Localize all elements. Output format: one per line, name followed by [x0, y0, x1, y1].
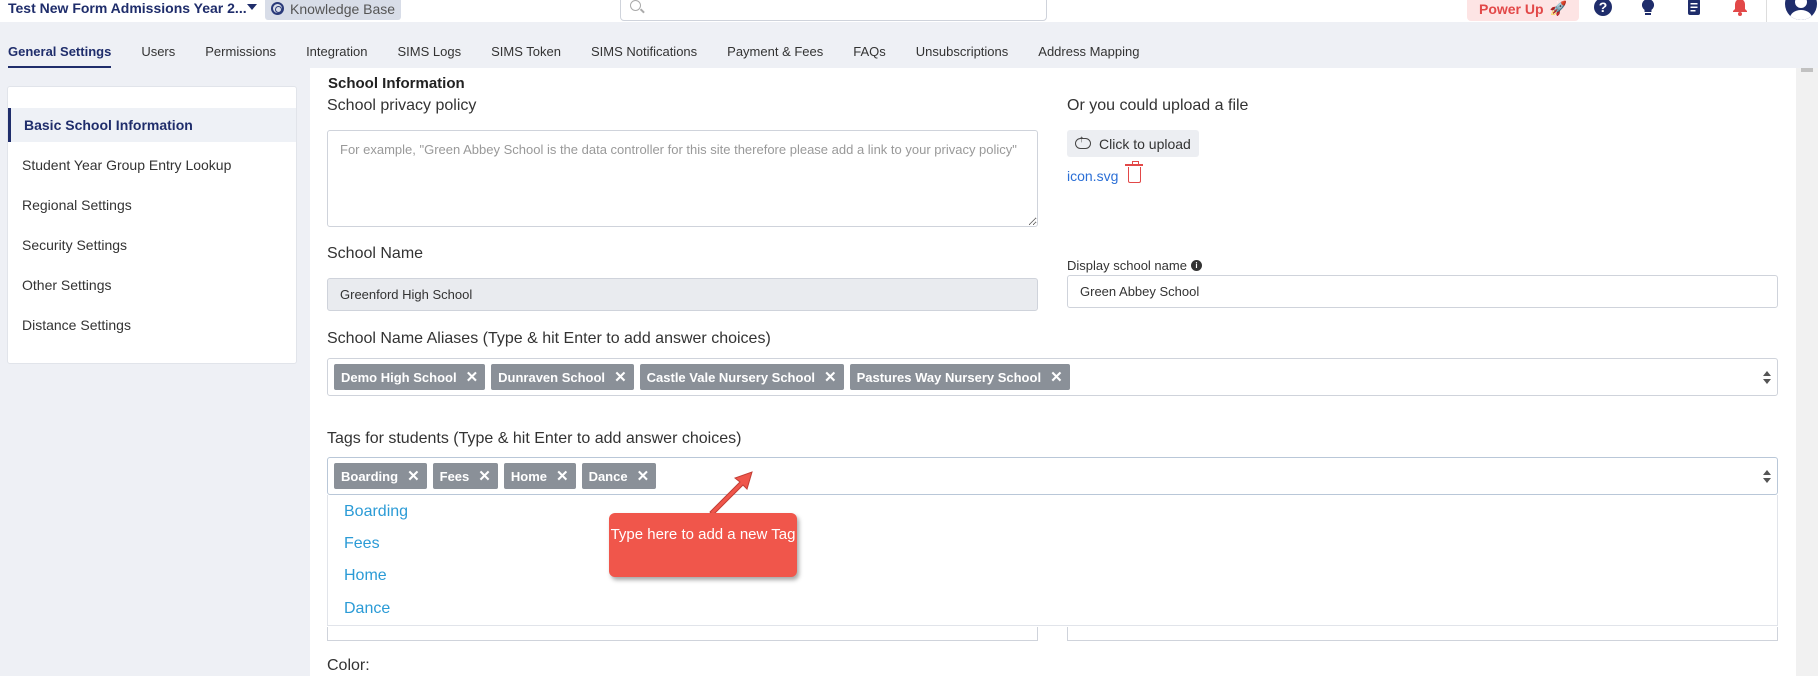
rocket-icon: 🚀 — [1549, 0, 1567, 16]
vertical-scrollbar[interactable] — [1796, 68, 1818, 676]
school-name-label: School Name — [327, 245, 424, 262]
tags-for-students-input[interactable]: Boarding ✕ Fees ✕ Home ✕ Dance ✕ — [327, 457, 1778, 495]
search-icon — [630, 0, 641, 11]
header-divider — [1766, 0, 1767, 22]
user-avatar-icon[interactable] — [1785, 0, 1817, 20]
alias-chip-label: Dunraven School — [498, 369, 606, 385]
sort-arrows-icon — [1763, 371, 1771, 385]
alias-chip-label: Pastures Way Nursery School — [856, 369, 1042, 385]
power-up-label: Power Up — [1478, 0, 1544, 17]
alias-chip: Pastures Way Nursery School ✕ — [849, 364, 1070, 390]
scrollbar-thumb[interactable] — [1801, 68, 1813, 72]
chevron-down-icon[interactable] — [247, 4, 257, 10]
tab-users[interactable]: Users — [141, 36, 175, 68]
close-icon[interactable]: ✕ — [824, 368, 837, 386]
tab-sims-notifications[interactable]: SIMS Notifications — [591, 36, 697, 68]
close-icon[interactable]: ✕ — [407, 467, 420, 485]
display-school-name-label: Display school name i — [1067, 258, 1202, 273]
tag-chip: Home ✕ — [503, 463, 576, 489]
sidebar-item-student-year-group-entry-lookup[interactable]: Student Year Group Entry Lookup — [8, 148, 296, 182]
search-input[interactable] — [620, 0, 1047, 21]
school-name-aliases-input[interactable]: Demo High School ✕ Dunraven School ✕ Castl… — [327, 358, 1778, 396]
tab-payment-fees[interactable]: Payment & Fees — [727, 36, 823, 68]
tag-chip-label: Fees — [439, 468, 470, 484]
alias-chip: Dunraven School ✕ — [491, 364, 634, 390]
sidebar-item-regional-settings[interactable]: Regional Settings — [8, 188, 296, 222]
tag-chip: Fees ✕ — [432, 463, 498, 489]
tab-address-mapping[interactable]: Address Mapping — [1038, 36, 1139, 68]
dropdown-option-boarding[interactable]: Boarding — [344, 503, 408, 521]
hidden-field-left[interactable] — [327, 627, 1038, 641]
alias-chip: Demo High School ✕ — [334, 364, 486, 390]
tag-chip: Dance ✕ — [581, 463, 657, 489]
close-icon[interactable]: ✕ — [1050, 368, 1063, 386]
sidebar-item-security-settings[interactable]: Security Settings — [8, 228, 296, 262]
tab-integration[interactable]: Integration — [306, 36, 367, 68]
close-icon[interactable]: ✕ — [466, 368, 479, 386]
privacy-policy-label: School privacy policy — [327, 97, 477, 114]
dropdown-option-fees[interactable]: Fees — [344, 535, 380, 553]
lightbulb-icon[interactable] — [1639, 0, 1657, 16]
close-icon[interactable]: ✕ — [637, 467, 650, 485]
alias-chip: Castle Vale Nursery School ✕ — [639, 364, 844, 390]
top-header: Test New Form Admissions Year 2... Knowl… — [0, 0, 1818, 22]
alias-chip-label: Castle Vale Nursery School — [646, 369, 815, 385]
tab-sims-logs[interactable]: SIMS Logs — [398, 36, 462, 68]
info-icon[interactable]: i — [1190, 260, 1202, 271]
section-title: School Information — [328, 75, 465, 92]
sidebar-item-basic-school-information[interactable]: Basic School Information — [8, 108, 296, 142]
school-name-field[interactable]: Greenford High School — [327, 278, 1038, 311]
dropdown-option-dance[interactable]: Dance — [344, 600, 390, 618]
display-school-name-text: Display school name — [1067, 258, 1187, 273]
power-up-button[interactable]: Power Up 🚀 — [1467, 0, 1579, 21]
tag-chip: Boarding ✕ — [334, 463, 427, 489]
alias-chip-label: Demo High School — [341, 369, 457, 385]
close-icon[interactable]: ✕ — [478, 467, 491, 485]
cloud-upload-icon — [1075, 134, 1091, 149]
instruction-callout: Type here to add a new Tag — [609, 513, 797, 577]
color-label: Color: — [327, 657, 370, 674]
tab-faqs[interactable]: FAQs — [853, 36, 886, 68]
privacy-policy-textarea[interactable] — [327, 130, 1038, 227]
knowledge-base-button[interactable]: Knowledge Base — [265, 0, 402, 20]
tab-unsubscriptions[interactable]: Unsubscriptions — [916, 36, 1009, 68]
tag-options-dropdown: Boarding Fees Home Dance — [327, 495, 1778, 626]
document-icon[interactable] — [1685, 0, 1703, 16]
trash-icon[interactable] — [1125, 161, 1143, 183]
upload-button[interactable]: Click to upload — [1067, 130, 1199, 157]
upload-file-label: Or you could upload a file — [1067, 97, 1249, 114]
sidebar-item-distance-settings[interactable]: Distance Settings — [8, 308, 296, 342]
school-name-aliases-label: School Name Aliases (Type & hit Enter to… — [327, 330, 771, 347]
sidebar-item-other-settings[interactable]: Other Settings — [8, 268, 296, 302]
settings-tabs: General Settings Users Permissions Integ… — [0, 36, 1161, 68]
tab-sims-token[interactable]: SIMS Token — [491, 36, 561, 68]
tag-chip-label: Dance — [588, 468, 628, 484]
dropdown-option-home[interactable]: Home — [344, 567, 387, 585]
hidden-field-right[interactable] — [1067, 627, 1778, 641]
knowledge-base-label: Knowledge Base — [290, 0, 396, 17]
close-icon[interactable]: ✕ — [556, 467, 569, 485]
tag-chip-label: Boarding — [341, 468, 399, 484]
tags-for-students-label: Tags for students (Type & hit Enter to a… — [327, 430, 742, 447]
close-icon[interactable]: ✕ — [614, 368, 627, 386]
display-school-name-field[interactable]: Green Abbey School — [1067, 275, 1778, 308]
settings-sidebar: Basic School Information Student Year Gr… — [7, 86, 297, 364]
upload-button-label: Click to upload — [1099, 135, 1191, 152]
question-circle-icon[interactable]: ? — [1594, 0, 1612, 16]
callout-arrow-icon — [709, 471, 753, 516]
tab-general-settings[interactable]: General Settings — [8, 36, 112, 68]
sort-arrows-icon — [1763, 470, 1771, 484]
lifebuoy-icon — [271, 2, 284, 15]
app-title[interactable]: Test New Form Admissions Year 2... — [8, 0, 247, 16]
tag-chip-label: Home — [510, 468, 547, 484]
tab-permissions[interactable]: Permissions — [205, 36, 276, 68]
bell-icon[interactable] — [1731, 0, 1749, 16]
uploaded-file-link[interactable]: icon.svg — [1067, 168, 1118, 184]
